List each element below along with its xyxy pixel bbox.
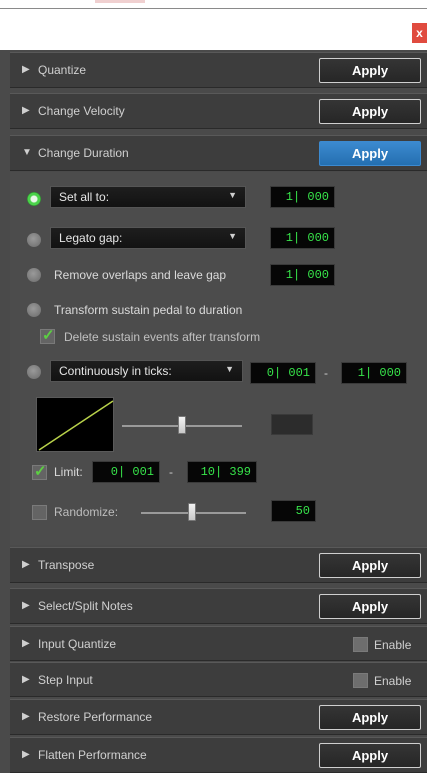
- randomize-slider-thumb[interactable]: [188, 503, 196, 521]
- transform-sustain-radio[interactable]: [27, 303, 41, 317]
- section-title: Change Duration: [38, 146, 129, 160]
- legato-gap-radio[interactable]: [27, 233, 41, 247]
- change-duration-panel: Set all to: ▼ 1| 000 Legato gap: ▼ 1| 00…: [10, 172, 427, 545]
- divider: [0, 8, 427, 9]
- section-input-quantize[interactable]: ▶ Input Quantize Enable: [10, 626, 427, 661]
- remove-overlaps-label: Remove overlaps and leave gap: [54, 268, 227, 282]
- section-change-velocity[interactable]: ▶ Change Velocity Apply: [10, 93, 427, 129]
- remove-overlaps-value-field[interactable]: 1| 000: [270, 264, 335, 286]
- transform-sustain-label: Transform sustain pedal to duration: [54, 303, 243, 317]
- curve-line-graphic: [38, 400, 114, 451]
- range-separator: -: [324, 366, 328, 380]
- enable-label: Enable: [374, 673, 412, 688]
- checkmark-icon: ✓: [34, 463, 47, 480]
- duration-curve-graph[interactable]: [36, 397, 114, 452]
- section-title: Step Input: [38, 673, 93, 687]
- expand-arrow-icon: ▶: [22, 749, 30, 760]
- limit-checkbox[interactable]: ✓: [32, 463, 47, 480]
- curve-value-field[interactable]: [271, 414, 313, 435]
- continuous-ticks-dropdown[interactable]: Continuously in ticks: ▼: [50, 360, 243, 382]
- checkmark-icon: ✓: [42, 327, 55, 344]
- section-title: Select/Split Notes: [38, 599, 133, 613]
- collapse-arrow-icon: ▼: [22, 147, 32, 158]
- set-all-radio[interactable]: [27, 192, 41, 206]
- flatten-performance-apply-button[interactable]: Apply: [319, 743, 421, 768]
- legato-gap-dropdown[interactable]: Legato gap: ▼: [50, 227, 246, 249]
- expand-arrow-icon: ▶: [22, 600, 30, 611]
- limit-label: Limit:: [54, 465, 83, 479]
- enable-checkbox[interactable]: [353, 637, 368, 652]
- section-restore-performance[interactable]: ▶ Restore Performance Apply: [10, 699, 427, 735]
- close-button[interactable]: x: [412, 23, 427, 43]
- chevron-down-icon: ▼: [225, 364, 234, 374]
- expand-arrow-icon: ▶: [22, 638, 30, 649]
- section-step-input[interactable]: ▶ Step Input Enable: [10, 662, 427, 697]
- expand-arrow-icon: ▶: [22, 64, 30, 75]
- continuous-from-field[interactable]: 0| 001: [250, 362, 316, 384]
- expand-arrow-icon: ▶: [22, 711, 30, 722]
- expand-arrow-icon: ▶: [22, 674, 30, 685]
- section-title: Flatten Performance: [38, 748, 147, 762]
- section-change-duration[interactable]: ▼ Change Duration Apply: [10, 135, 427, 171]
- quantize-apply-button[interactable]: Apply: [319, 58, 421, 83]
- limit-from-field[interactable]: 0| 001: [92, 461, 160, 483]
- title-bar: x: [0, 0, 427, 50]
- section-title: Quantize: [38, 63, 87, 77]
- change-duration-apply-button[interactable]: Apply: [319, 141, 421, 166]
- section-title: Input Quantize: [38, 637, 117, 651]
- dropdown-label: Set all to:: [59, 190, 110, 204]
- continuous-to-field[interactable]: 1| 000: [341, 362, 407, 384]
- section-title: Restore Performance: [38, 710, 153, 724]
- section-flatten-performance[interactable]: ▶ Flatten Performance Apply: [10, 737, 427, 773]
- section-transpose[interactable]: ▶ Transpose Apply: [10, 547, 427, 583]
- randomize-checkbox[interactable]: [32, 505, 47, 520]
- continuous-ticks-radio[interactable]: [27, 365, 41, 379]
- chevron-down-icon: ▼: [228, 231, 237, 241]
- change-velocity-apply-button[interactable]: Apply: [319, 99, 421, 124]
- section-select-split-notes[interactable]: ▶ Select/Split Notes Apply: [10, 588, 427, 624]
- randomize-label: Randomize:: [54, 505, 119, 519]
- set-all-dropdown[interactable]: Set all to: ▼: [50, 186, 246, 208]
- delete-sustain-checkbox[interactable]: ✓: [40, 327, 55, 344]
- legato-gap-value-field[interactable]: 1| 000: [270, 227, 335, 249]
- range-separator: -: [169, 465, 173, 479]
- delete-sustain-label: Delete sustain events after transform: [64, 330, 261, 344]
- expand-arrow-icon: ▶: [22, 559, 30, 570]
- dropdown-label: Continuously in ticks:: [59, 364, 172, 378]
- step-input-enable[interactable]: Enable: [353, 673, 411, 688]
- select-split-apply-button[interactable]: Apply: [319, 594, 421, 619]
- enable-label: Enable: [374, 637, 412, 652]
- input-quantize-enable[interactable]: Enable: [353, 637, 411, 652]
- curve-line: [38, 400, 114, 451]
- set-all-value-field[interactable]: 1| 000: [270, 186, 335, 208]
- enable-checkbox[interactable]: [353, 673, 368, 688]
- expand-arrow-icon: ▶: [22, 105, 30, 116]
- curve-slider-thumb[interactable]: [178, 416, 186, 434]
- transpose-apply-button[interactable]: Apply: [319, 553, 421, 578]
- remove-overlaps-radio[interactable]: [27, 268, 41, 282]
- section-title: Change Velocity: [38, 104, 125, 118]
- section-quantize[interactable]: ▶ Quantize Apply: [10, 52, 427, 88]
- chevron-down-icon: ▼: [228, 190, 237, 200]
- section-title: Transpose: [38, 558, 95, 572]
- dropdown-label: Legato gap:: [59, 231, 123, 245]
- restore-performance-apply-button[interactable]: Apply: [319, 705, 421, 730]
- title-fragment: [95, 0, 145, 3]
- randomize-value-field[interactable]: 50: [271, 500, 316, 522]
- limit-to-field[interactable]: 10| 399: [187, 461, 257, 483]
